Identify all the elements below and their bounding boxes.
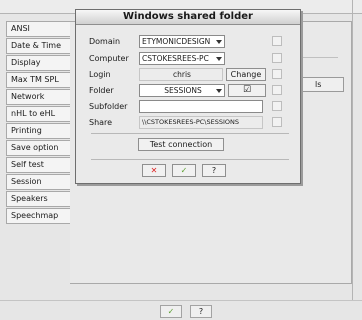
computer-select[interactable]: CSTOKESREES-PC — [139, 52, 225, 65]
domain-label: Domain — [89, 37, 121, 46]
dialog-title: Windows shared folder — [76, 10, 300, 25]
computer-label: Computer — [89, 54, 129, 63]
login-checkbox[interactable] — [272, 69, 282, 79]
computer-row: Computer CSTOKESREES-PC — [76, 52, 302, 66]
windows-shared-folder-dialog: Windows shared folder Domain ETYMONICDES… — [75, 9, 301, 184]
sidebar-item-max-tm-spl[interactable]: Max TM SPL — [6, 72, 70, 88]
login-field[interactable]: chris — [139, 68, 223, 81]
share-path-field: \\CSTOKESREES-PC\SESSIONS — [139, 116, 263, 129]
chevron-down-icon — [216, 40, 222, 44]
sidebar-item-save-option[interactable]: Save option — [6, 140, 70, 156]
share-label: Share — [89, 118, 113, 127]
main-ok-button[interactable]: ✓ — [160, 305, 182, 318]
folder-select[interactable]: SESSIONS — [139, 84, 225, 97]
help-icon: ? — [198, 307, 204, 316]
sidebar-item-date-time[interactable]: Date & Time — [6, 38, 70, 54]
dialog-separator — [91, 133, 289, 134]
login-label: Login — [89, 70, 111, 79]
subfolder-label: Subfolder — [89, 102, 128, 111]
share-checkbox[interactable] — [272, 117, 282, 127]
share-row: Share \\CSTOKESREES-PC\SESSIONS — [76, 116, 302, 130]
folder-row: Folder SESSIONS ☑ — [76, 84, 302, 98]
sidebar-item-speakers[interactable]: Speakers — [6, 191, 70, 207]
domain-value: ETYMONICDESIGN — [142, 37, 211, 46]
chevron-down-icon — [216, 57, 222, 61]
change-login-button[interactable]: Change — [226, 68, 266, 81]
panel-button[interactable]: ls — [300, 77, 344, 92]
bottom-bar: ✓ ? — [0, 300, 362, 320]
subfolder-row: Subfolder — [76, 100, 302, 114]
subfolder-checkbox[interactable] — [272, 101, 282, 111]
domain-select[interactable]: ETYMONICDESIGN — [139, 35, 225, 48]
sidebar-item-ansi[interactable]: ANSI — [6, 21, 70, 37]
domain-row: Domain ETYMONICDESIGN — [76, 35, 302, 49]
help-icon: ? — [211, 166, 217, 175]
folder-value: SESSIONS — [164, 86, 202, 95]
sidebar-item-nhl-to-ehl[interactable]: nHL to eHL — [6, 106, 70, 122]
check-icon: ✓ — [167, 307, 175, 316]
computer-value: CSTOKESREES-PC — [142, 54, 209, 63]
cancel-button[interactable]: ✕ — [142, 164, 166, 177]
test-connection-button[interactable]: Test connection — [138, 138, 224, 151]
settings-sidebar: ANSI Date & Time Display Max TM SPL Netw… — [6, 21, 70, 225]
folder-check-button[interactable]: ☑ — [228, 84, 266, 97]
domain-checkbox[interactable] — [272, 36, 282, 46]
help-button[interactable]: ? — [202, 164, 226, 177]
main-help-button[interactable]: ? — [190, 305, 212, 318]
sidebar-item-self-test[interactable]: Self test — [6, 157, 70, 173]
login-row: Login chris Change — [76, 68, 302, 82]
sidebar-item-display[interactable]: Display — [6, 55, 70, 71]
chevron-down-icon — [216, 89, 222, 93]
computer-checkbox[interactable] — [272, 53, 282, 63]
subfolder-input[interactable] — [139, 100, 263, 113]
sidebar-item-network[interactable]: Network — [6, 89, 70, 105]
sidebar-item-speechmap[interactable]: Speechmap — [6, 208, 70, 224]
cancel-icon: ✕ — [150, 166, 158, 175]
folder-label: Folder — [89, 86, 114, 95]
sidebar-item-printing[interactable]: Printing — [6, 123, 70, 139]
right-divider — [352, 0, 353, 300]
folder-checkbox[interactable] — [272, 85, 282, 95]
sidebar-item-session[interactable]: Session — [6, 174, 70, 190]
dialog-separator — [91, 159, 289, 160]
ok-button[interactable]: ✓ — [172, 164, 196, 177]
check-icon: ✓ — [180, 166, 188, 175]
